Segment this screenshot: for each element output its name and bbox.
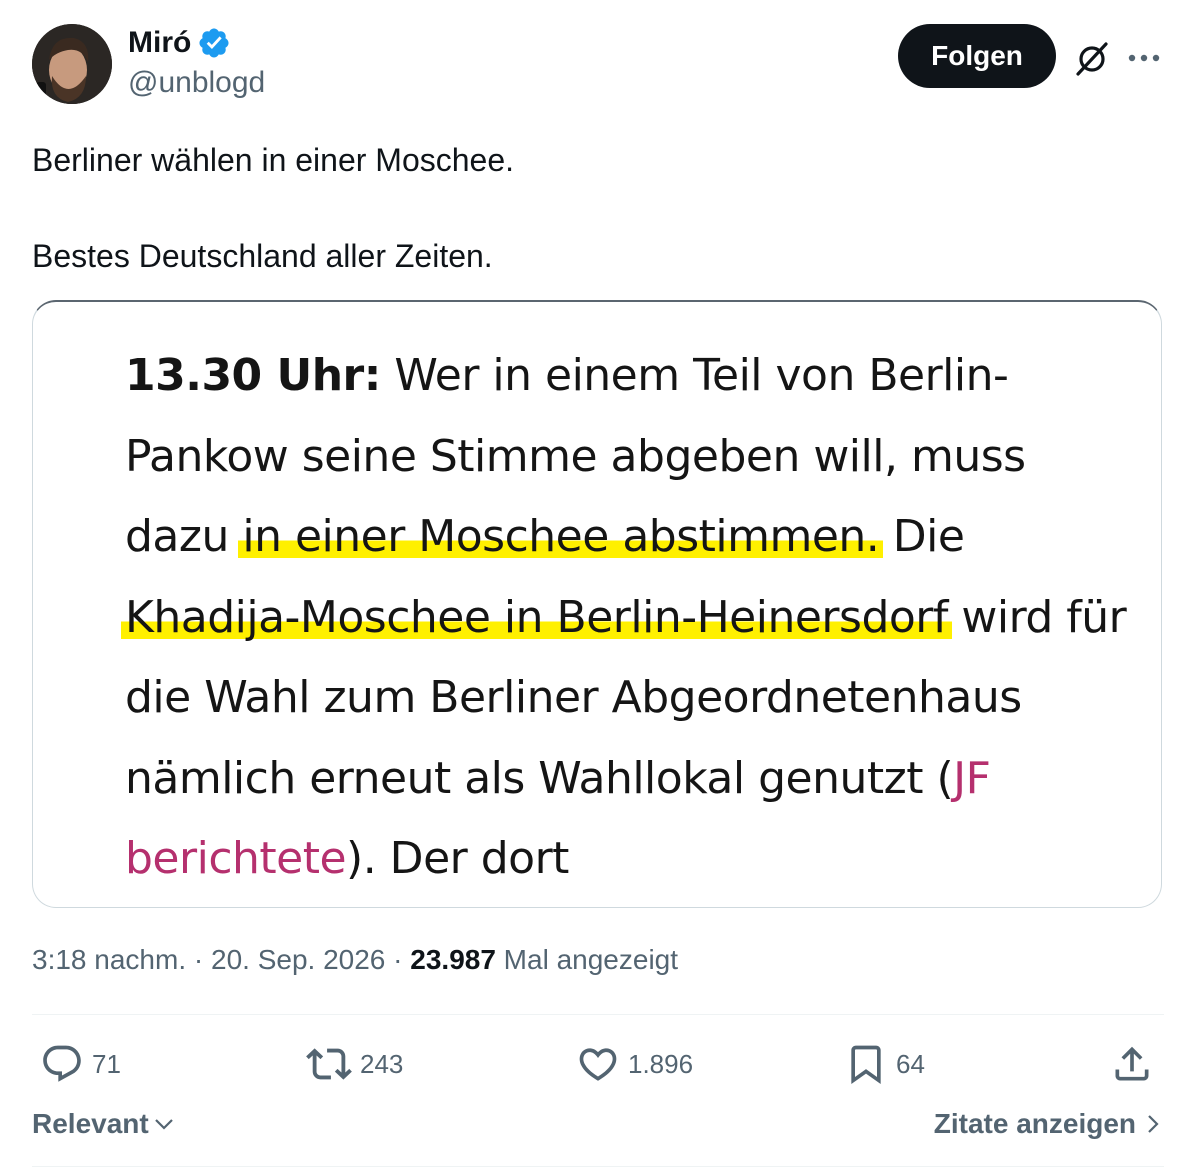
article-highlight-2: Khadija-Moschee in Berlin-Heinersdorf xyxy=(121,591,952,643)
tweet-text: Berliner wählen in einer Moschee. Bestes… xyxy=(32,136,1162,280)
reply-count: 71 xyxy=(92,1048,121,1079)
article-text-part-4: ). Der dort xyxy=(346,833,569,884)
bookmark-button[interactable]: 64 xyxy=(844,1040,925,1088)
share-icon xyxy=(1115,1046,1149,1081)
views-label: Mal angezeigt xyxy=(495,944,679,975)
reply-icon xyxy=(43,1045,81,1082)
grok-icon[interactable] xyxy=(1070,36,1114,80)
bookmark-icon xyxy=(851,1045,881,1085)
article-text-part-2: Die xyxy=(879,511,965,562)
retweet-icon xyxy=(306,1048,352,1080)
verified-badge-icon[interactable] xyxy=(197,26,231,60)
bookmark-count: 64 xyxy=(896,1048,925,1079)
tweet-line-2: Bestes Deutschland aller Zeiten. xyxy=(32,238,493,274)
author-name-row[interactable]: Miró xyxy=(128,26,231,60)
avatar[interactable] xyxy=(32,24,112,104)
chevron-down-icon xyxy=(154,1119,173,1130)
heart-icon xyxy=(579,1048,617,1081)
like-count: 1.896 xyxy=(628,1048,694,1079)
tweet-line-1: Berliner wählen in einer Moschee. xyxy=(32,142,515,178)
divider xyxy=(32,1014,1164,1015)
chevron-right-icon xyxy=(1148,1115,1159,1133)
like-button[interactable]: 1.896 xyxy=(576,1040,693,1088)
meta-separator: · xyxy=(385,944,411,975)
article-highlight-1: in einer Moschee abstimmen. xyxy=(238,511,884,562)
sort-dropdown[interactable]: Relevant xyxy=(32,1108,175,1140)
share-button[interactable] xyxy=(1110,1040,1154,1088)
tweet-time[interactable]: 3:18 nachm. xyxy=(32,944,186,975)
media-image[interactable]: 13.30 Uhr: Wer in einem Teil von Berlin-… xyxy=(32,300,1162,908)
follow-button[interactable]: Folgen xyxy=(898,24,1056,88)
author-handle[interactable]: @unblogd xyxy=(128,66,265,100)
author-name[interactable]: Miró xyxy=(128,26,191,60)
meta-separator: · xyxy=(186,944,211,975)
more-dots-icon[interactable] xyxy=(1122,36,1166,80)
views-count: 23.987 xyxy=(410,944,496,975)
article-excerpt: 13.30 Uhr: Wer in einem Teil von Berlin-… xyxy=(121,336,1135,900)
retweet-button[interactable]: 243 xyxy=(306,1040,403,1088)
tweet-meta: 3:18 nachm. · 20. Sep. 2026 · 23.987 Mal… xyxy=(32,944,678,976)
view-quotes-link[interactable]: Zitate anzeigen xyxy=(934,1108,1160,1140)
divider xyxy=(32,1166,1164,1167)
article-time-label: 13.30 Uhr: xyxy=(125,350,381,401)
tweet-date[interactable]: 20. Sep. 2026 xyxy=(211,944,385,975)
quotes-label: Zitate anzeigen xyxy=(933,1108,1136,1139)
retweet-count: 243 xyxy=(360,1048,404,1079)
avatar-image xyxy=(32,24,112,104)
sort-label: Relevant xyxy=(32,1108,149,1139)
reply-button[interactable]: 71 xyxy=(40,1040,121,1088)
